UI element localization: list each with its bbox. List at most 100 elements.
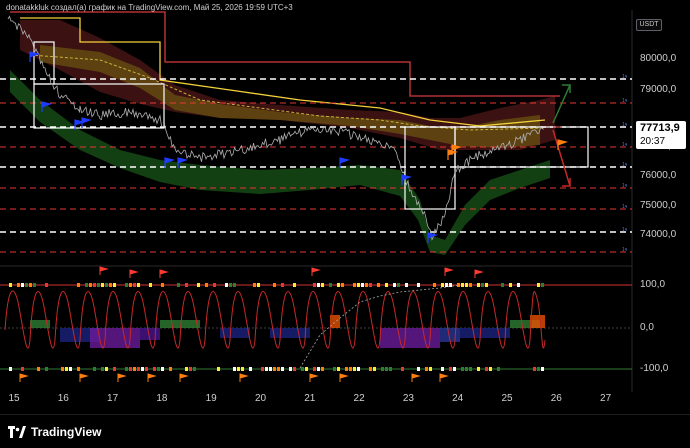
time-axis-label: 23 xyxy=(402,393,414,404)
signal-dot xyxy=(457,283,460,287)
signal-dot xyxy=(441,367,444,371)
time-axis-label: 24 xyxy=(452,393,464,404)
signal-dot xyxy=(353,367,356,371)
signal-dot xyxy=(241,367,244,371)
signal-dot xyxy=(317,283,320,287)
level-tag: 1ч xyxy=(622,74,628,80)
signal-dot xyxy=(113,367,116,371)
signal-dot xyxy=(273,367,276,371)
time-axis-label: 22 xyxy=(353,393,365,404)
level-tag: 1ч xyxy=(622,227,628,233)
indicator-flag xyxy=(444,267,454,276)
signal-dot xyxy=(345,367,348,371)
signal-dot xyxy=(377,283,380,287)
indicator-flag xyxy=(309,373,319,382)
signal-dot xyxy=(205,283,208,287)
signal-dot xyxy=(361,283,364,287)
signal-dot xyxy=(61,367,64,371)
time-axis-label: 27 xyxy=(600,393,612,404)
signal-dot xyxy=(541,367,544,371)
signal-dot xyxy=(509,283,512,287)
signal-dot xyxy=(369,367,372,371)
signal-dot xyxy=(393,283,396,287)
signal-dot xyxy=(125,283,128,287)
signal-dot xyxy=(301,367,304,371)
up-arrow xyxy=(552,84,571,124)
time-axis-label: 21 xyxy=(304,393,316,404)
signal-dot xyxy=(405,283,408,287)
last-price-value: 77713,9 xyxy=(640,122,680,134)
signal-dot xyxy=(229,283,232,287)
currency-button[interactable]: USDT xyxy=(636,19,662,31)
signal-dot xyxy=(501,283,504,287)
signal-dot xyxy=(477,283,480,287)
indicator-axis-label: 100,0 xyxy=(640,279,666,290)
chart-attribution: donatakkluk создал(а) график на TradingV… xyxy=(6,3,293,12)
indicator-flag xyxy=(79,373,89,382)
indicator-axis-label: 0,0 xyxy=(640,322,654,333)
level-tag: 1ч xyxy=(622,142,628,148)
signal-dot xyxy=(157,367,160,371)
histogram-bar xyxy=(160,320,200,328)
signal-dot xyxy=(329,283,332,287)
signal-dot xyxy=(29,283,32,287)
indicator-histogram xyxy=(30,315,545,348)
price-axis-label: 79000,0 xyxy=(640,84,677,95)
signal-dot xyxy=(321,367,324,371)
signal-dot xyxy=(257,283,260,287)
level-tag: 1ч xyxy=(622,204,628,210)
signal-dot xyxy=(129,283,132,287)
signal-dot xyxy=(149,283,152,287)
indicator-flag xyxy=(19,373,29,382)
signal-dot xyxy=(449,283,452,287)
signal-dot xyxy=(357,283,360,287)
signal-dot xyxy=(537,283,540,287)
signal-dot xyxy=(337,283,340,287)
signal-dot xyxy=(185,367,188,371)
signal-dot xyxy=(537,367,540,371)
signal-dot xyxy=(101,367,104,371)
signal-dot xyxy=(453,367,456,371)
indicator-flag xyxy=(99,266,109,275)
signal-dot xyxy=(101,283,104,287)
indicator-flag xyxy=(159,269,169,278)
signal-dot xyxy=(69,367,72,371)
signal-dot xyxy=(261,367,264,371)
last-price-badge: 77713,9 20:37 xyxy=(636,121,686,149)
level-tag: 1ч xyxy=(622,247,628,253)
tradingview-logo[interactable]: TradingView xyxy=(8,425,101,439)
time-axis-label: 26 xyxy=(550,393,562,404)
signal-dot xyxy=(417,367,420,371)
indicator-flag xyxy=(339,373,349,382)
signal-dot xyxy=(469,367,472,371)
signal-dot xyxy=(185,283,188,287)
signal-dot xyxy=(113,283,116,287)
signal-dot xyxy=(93,367,96,371)
signal-dot xyxy=(481,283,484,287)
indicator-flag xyxy=(411,373,421,382)
indicator-dotted-line xyxy=(299,284,461,369)
indicator-flag xyxy=(239,373,249,382)
signal-dot xyxy=(461,367,464,371)
signal-dot xyxy=(37,367,40,371)
bar-countdown: 20:37 xyxy=(640,136,666,147)
signal-dot xyxy=(225,283,228,287)
signal-dot xyxy=(133,367,136,371)
signal-dot xyxy=(77,283,80,287)
indicator-flag xyxy=(474,269,484,278)
signal-dot xyxy=(417,283,420,287)
histogram-bar xyxy=(270,328,310,338)
signal-dot xyxy=(357,367,360,371)
signal-dot xyxy=(465,367,468,371)
indicator-flag xyxy=(147,373,157,382)
time-axis-label: 17 xyxy=(107,393,119,404)
signal-dot xyxy=(349,367,352,371)
price-chart[interactable]: 1ч 1ч 1ч 1ч 1ч 1ч 1ч 1ч 1ч xyxy=(0,0,690,414)
signal-dot xyxy=(389,367,392,371)
signal-dot xyxy=(461,283,464,287)
signal-dot xyxy=(445,283,448,287)
signal-dot xyxy=(269,367,272,371)
down-arrow xyxy=(552,129,571,187)
signal-dot xyxy=(305,367,308,371)
indicator-flag xyxy=(179,373,189,382)
